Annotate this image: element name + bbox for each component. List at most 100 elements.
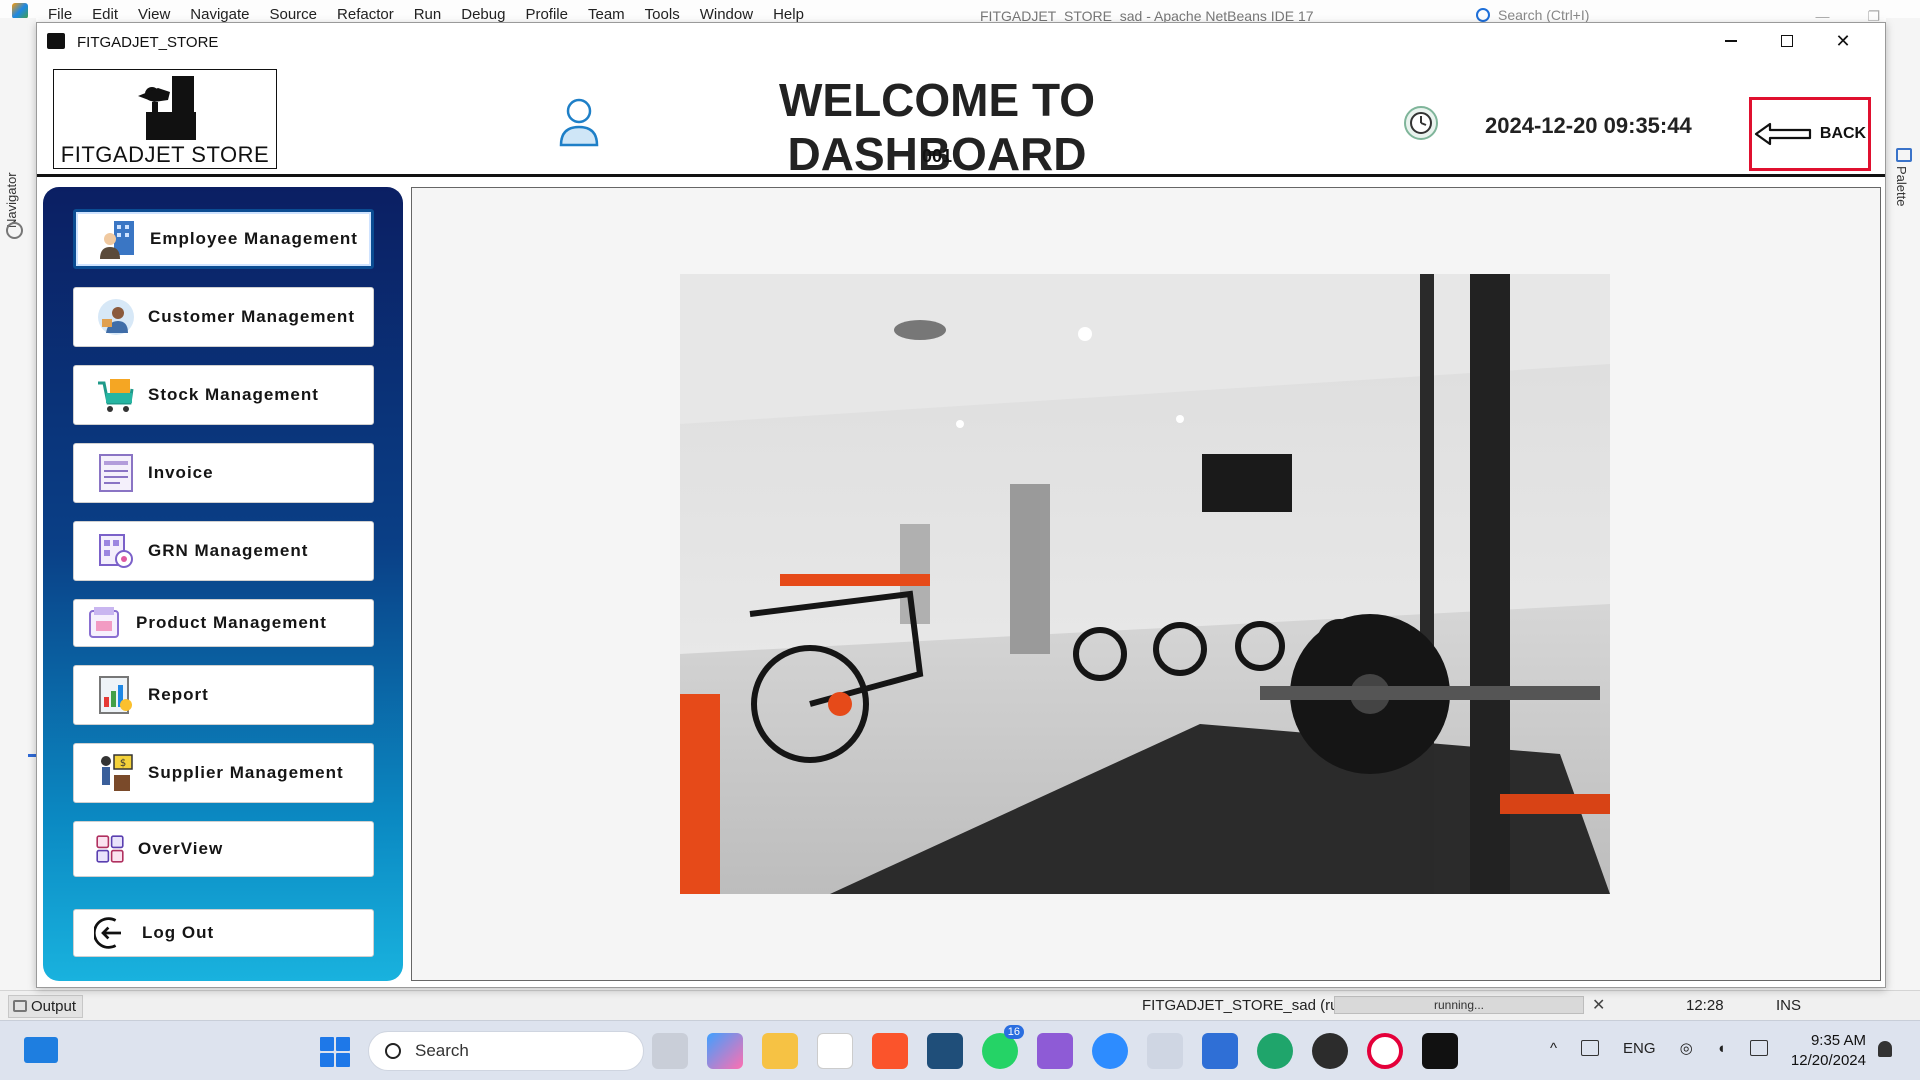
nav-product-management[interactable]: Product Management [73, 599, 374, 647]
start-tile [336, 1053, 350, 1067]
taskbar-search[interactable]: Search [368, 1031, 644, 1071]
nav-stock-management[interactable]: Stock Management [73, 365, 374, 425]
minimize-button[interactable] [1703, 27, 1759, 55]
menu-profile[interactable]: Profile [525, 6, 568, 23]
battery-icon[interactable] [1749, 1040, 1768, 1056]
mysql-workbench-icon[interactable] [927, 1033, 963, 1069]
product-icon [89, 607, 119, 638]
menu-debug[interactable]: Debug [461, 6, 505, 23]
ide-search-placeholder: Search (Ctrl+I) [1498, 7, 1590, 23]
menu-refactor[interactable]: Refactor [337, 6, 394, 23]
invoice-icon [99, 454, 133, 492]
nav-report[interactable]: Report [73, 665, 374, 725]
menu-run[interactable]: Run [414, 6, 442, 23]
logo-text: FITGADJET STORE [60, 142, 270, 167]
ide-menu-list: File Edit View Navigate Source Refactor … [48, 6, 804, 23]
svg-text:$: $ [120, 758, 126, 769]
menu-edit[interactable]: Edit [92, 6, 118, 23]
nav-supplier-management[interactable]: $ Supplier Management [73, 743, 374, 803]
logout-button[interactable]: Log Out [73, 909, 374, 957]
nav-customer-management[interactable]: Customer Management [73, 287, 374, 347]
display-icon[interactable] [1581, 1040, 1600, 1056]
dashboard-header: FITGADJET STORE WELCOME TO DASHBOARD 001… [37, 59, 1885, 180]
app-window: FITGADJET_STORE ✕ FITGADJET STORE WELCOM… [36, 22, 1886, 988]
nav-label: Customer Management [148, 307, 355, 326]
language-indicator[interactable]: ENG [1623, 1040, 1656, 1057]
search-icon [1476, 8, 1490, 22]
menu-team[interactable]: Team [588, 6, 625, 23]
caret-position: 12:28 [1686, 997, 1724, 1014]
nav-employee-management[interactable]: Employee Management [73, 209, 374, 269]
ide-left-panel: Navigator [0, 18, 36, 1003]
taskbar-date: 12/20/2024 [1790, 1052, 1866, 1069]
snipping-tool-icon[interactable] [1147, 1033, 1183, 1069]
maximize-button[interactable] [1759, 27, 1815, 55]
clock-icon [1404, 106, 1438, 140]
nav-label: Report [148, 685, 209, 704]
brave-icon[interactable] [872, 1033, 908, 1069]
customer-icon [98, 299, 134, 335]
microsoft-store-icon[interactable] [817, 1033, 853, 1069]
menu-source[interactable]: Source [269, 6, 317, 23]
opera-icon[interactable] [1367, 1033, 1403, 1069]
zoom-icon[interactable] [1092, 1033, 1128, 1069]
back-button[interactable]: BACK [1749, 97, 1871, 171]
navigator-tab[interactable]: Navigator [4, 148, 28, 228]
file-explorer-icon[interactable] [762, 1033, 798, 1069]
java-app-icon[interactable] [1422, 1033, 1458, 1069]
overview-icon [96, 835, 124, 863]
logo-figure-icon [138, 76, 196, 140]
menu-help[interactable]: Help [773, 6, 804, 23]
task-view-icon[interactable] [652, 1033, 688, 1069]
clipchamp-icon[interactable] [1037, 1033, 1073, 1069]
gym-photo [680, 274, 1610, 894]
nav-overview[interactable]: OverView [73, 821, 374, 877]
user-icon [559, 98, 599, 147]
nav-invoice[interactable]: Invoice [73, 443, 374, 503]
arrow-left-icon [1754, 122, 1811, 146]
start-tile [320, 1037, 334, 1051]
output-icon [13, 1000, 27, 1012]
windows-taskbar: Search 16 ^ ENG ◎ ◖ 9:35 AM 12/20/2024 [0, 1020, 1920, 1080]
output-tab-label: Output [31, 998, 77, 1015]
volume-icon[interactable]: ◖ [1717, 1040, 1726, 1057]
copilot-icon[interactable] [707, 1033, 743, 1069]
nav-label: Employee Management [150, 229, 358, 248]
notification-bell-icon[interactable] [1878, 1041, 1892, 1057]
taskbar-clock[interactable]: 9:35 AM 12/20/2024 [1786, 1031, 1866, 1071]
user-id: 001 [921, 146, 953, 166]
network-icon[interactable]: ◎ [1680, 1039, 1693, 1057]
nav-label: Supplier Management [148, 763, 344, 782]
close-button[interactable]: ✕ [1815, 27, 1871, 55]
system-tray: ^ ENG ◎ ◖ [1550, 1039, 1768, 1057]
content-panel [411, 187, 1881, 981]
palette-tab[interactable]: Palette [1894, 166, 1909, 206]
edge-icon[interactable] [1257, 1033, 1293, 1069]
widgets-icon[interactable] [24, 1037, 58, 1063]
netbeans-icon[interactable] [1202, 1033, 1238, 1069]
output-tab[interactable]: Output [8, 995, 84, 1018]
menu-window[interactable]: Window [700, 6, 753, 23]
menu-tools[interactable]: Tools [645, 6, 680, 23]
ide-search-box[interactable]: Search (Ctrl+I) [1476, 7, 1589, 23]
current-datetime: 2024-12-20 09:35:44 [1485, 113, 1692, 138]
hs-app-icon[interactable] [1312, 1033, 1348, 1069]
menu-navigate[interactable]: Navigate [190, 6, 249, 23]
taskbar-apps: 16 [652, 1025, 1458, 1069]
start-button[interactable] [320, 1037, 350, 1067]
ide-menubar: File Edit View Navigate Source Refactor … [0, 0, 1920, 24]
taskbar-search-label: Search [415, 1041, 469, 1060]
nav-label: GRN Management [148, 541, 309, 560]
nav-grn-management[interactable]: GRN Management [73, 521, 374, 581]
menu-view[interactable]: View [138, 6, 170, 23]
menu-file[interactable]: File [48, 6, 72, 23]
chevron-up-icon[interactable]: ^ [1550, 1040, 1557, 1057]
palette-icon [1896, 148, 1912, 162]
ide-status-bar: Output FITGADJET_STORE_sad (run) running… [0, 990, 1920, 1020]
sidebar: Employee Management Customer Management … [43, 187, 403, 981]
store-logo: FITGADJET STORE [53, 69, 277, 169]
navigator-icon [6, 222, 23, 239]
whatsapp-icon[interactable]: 16 [982, 1025, 1024, 1069]
app-titlebar: FITGADJET_STORE ✕ [37, 23, 1885, 59]
cancel-run-icon[interactable]: ✕ [1592, 995, 1605, 1015]
